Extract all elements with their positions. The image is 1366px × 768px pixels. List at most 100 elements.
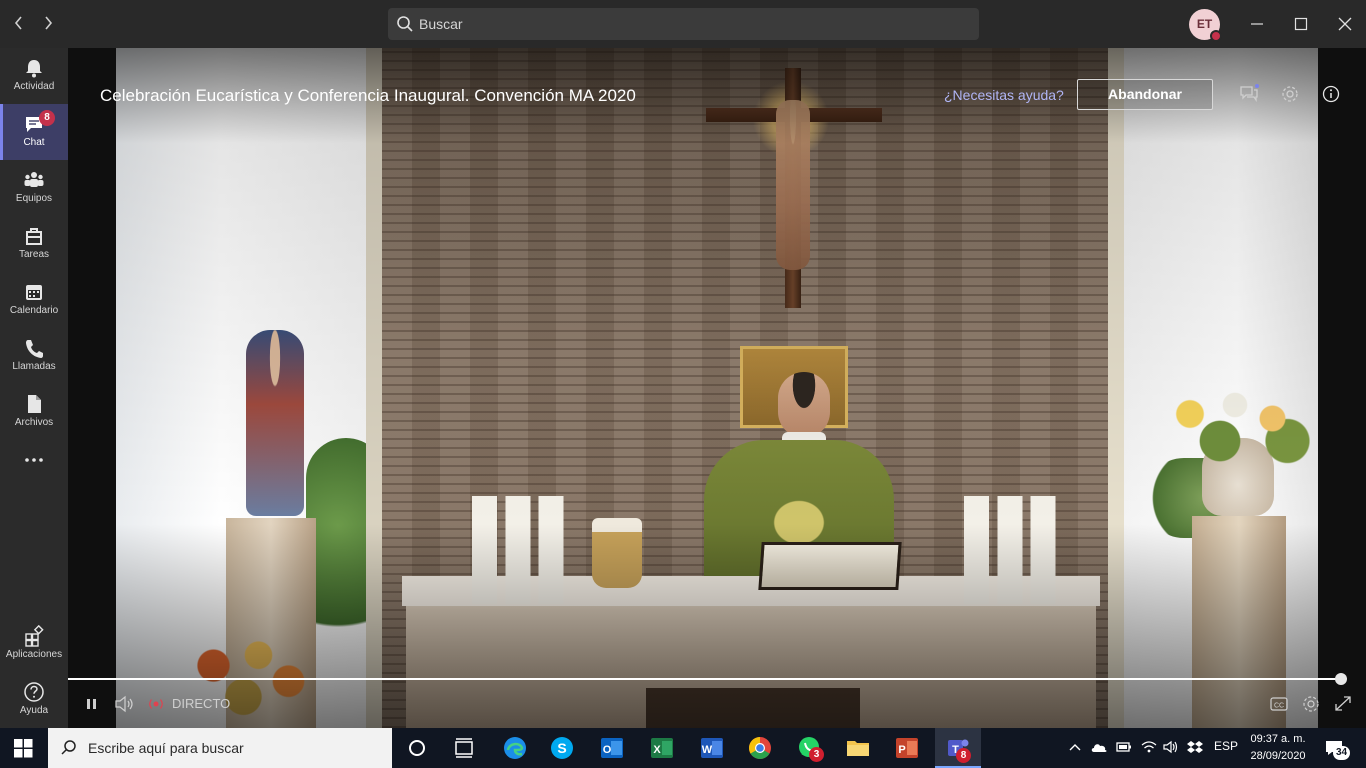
pause-icon[interactable]: [84, 694, 100, 714]
rail-label: Aplicaciones: [5, 649, 63, 660]
powerpoint-icon[interactable]: P: [892, 733, 922, 763]
outlook-icon[interactable]: O: [597, 733, 627, 763]
video-feed[interactable]: [116, 48, 1318, 728]
rail-item-aplicaciones[interactable]: Aplicaciones: [0, 616, 68, 672]
svg-text:X: X: [653, 744, 661, 756]
rail-item-ayuda[interactable]: Ayuda: [0, 672, 68, 728]
whatsapp-badge: 3: [809, 747, 824, 762]
rail-item-tareas[interactable]: Tareas: [0, 216, 68, 272]
onedrive-icon[interactable]: [1090, 740, 1108, 754]
svg-text:O: O: [603, 744, 612, 756]
leave-button[interactable]: Abandonar: [1077, 79, 1213, 110]
notification-count: 34: [1333, 746, 1350, 760]
rail-item-chat[interactable]: Chat 8: [0, 104, 68, 160]
svg-text:P: P: [898, 744, 905, 756]
rail-item-equipos[interactable]: Equipos: [0, 160, 68, 216]
svg-text:W: W: [702, 744, 713, 756]
video-settings-icon[interactable]: [1300, 694, 1322, 714]
close-button[interactable]: [1333, 12, 1357, 36]
clock-time: 09:37 a. m.: [1250, 733, 1306, 745]
event-title: Celebración Eucarística y Conferencia In…: [100, 86, 636, 105]
action-center-button[interactable]: 34: [1324, 738, 1350, 760]
minimize-button[interactable]: [1245, 12, 1269, 36]
help-icon: [24, 682, 44, 702]
live-event-stage: Celebración Eucarística y Conferencia In…: [68, 48, 1366, 728]
chevron-up-icon[interactable]: [1068, 741, 1082, 753]
rail-label: Actividad: [13, 81, 55, 92]
rail-item-calendario[interactable]: Calendario: [0, 272, 68, 328]
bell-icon: [26, 60, 42, 78]
more-icon: [25, 458, 43, 462]
rail-item-llamadas[interactable]: Llamadas: [0, 328, 68, 384]
task-view-icon[interactable]: [449, 733, 479, 763]
forward-button[interactable]: [37, 12, 59, 36]
calendar-icon: [26, 285, 42, 300]
captions-icon[interactable]: CC: [1268, 694, 1290, 714]
svg-text:CC: CC: [1274, 703, 1284, 710]
teams-window: Buscar ET Actividad Chat 8 Equipos Tarea…: [0, 0, 1366, 768]
search-icon: [397, 16, 413, 32]
tasks-icon: [26, 228, 42, 245]
playback-progress-bar[interactable]: [68, 678, 1342, 680]
rail-label: Ayuda: [19, 705, 49, 716]
file-explorer-icon[interactable]: [843, 733, 873, 763]
avatar-initials: ET: [1196, 17, 1213, 31]
rail-item-archivos[interactable]: Archivos: [0, 384, 68, 440]
word-icon[interactable]: W: [697, 733, 727, 763]
skype-icon[interactable]: S: [547, 733, 577, 763]
apps-icon: [25, 625, 44, 647]
dropbox-icon[interactable]: [1186, 740, 1204, 754]
live-indicator-icon: [149, 699, 163, 709]
app-rail: Actividad Chat 8 Equipos Tareas Calendar…: [0, 48, 68, 728]
progress-knob[interactable]: [1335, 673, 1347, 685]
maximize-button[interactable]: [1289, 12, 1313, 36]
rail-label: Chat: [23, 137, 45, 148]
chat-unread-badge: 8: [39, 110, 55, 126]
rail-label: Archivos: [14, 417, 54, 428]
chrome-icon[interactable]: [745, 733, 775, 763]
teams-badge: 8: [956, 748, 971, 763]
progress-fill: [68, 678, 1342, 680]
rail-label: Tareas: [18, 249, 49, 260]
cortana-icon[interactable]: [402, 733, 432, 763]
title-bar: Buscar ET: [0, 0, 1366, 48]
search-placeholder: Buscar: [419, 16, 463, 32]
clock-date: 28/09/2020: [1250, 750, 1306, 762]
taskbar-search-input[interactable]: Escribe aquí para buscar: [48, 728, 392, 768]
settings-icon[interactable]: [1279, 83, 1301, 105]
rail-label: Equipos: [15, 193, 53, 204]
video-vignette: [116, 48, 1318, 728]
maximize-icon: [1294, 17, 1308, 31]
search-icon: [61, 740, 76, 755]
phone-icon: [26, 340, 43, 358]
chevron-right-icon: [45, 16, 53, 30]
excel-icon[interactable]: X: [647, 733, 677, 763]
windows-start-icon[interactable]: [14, 739, 33, 758]
fullscreen-icon[interactable]: [1332, 694, 1354, 714]
chevron-left-icon: [14, 16, 22, 30]
rail-item-actividad[interactable]: Actividad: [0, 48, 68, 104]
edge-icon[interactable]: [500, 733, 530, 763]
busy-status-dot: [1210, 30, 1222, 42]
taskbar-search-placeholder: Escribe aquí para buscar: [88, 740, 244, 756]
search-input[interactable]: Buscar: [388, 8, 979, 40]
wifi-icon[interactable]: [1140, 740, 1158, 754]
user-avatar[interactable]: ET: [1189, 9, 1222, 42]
help-link[interactable]: ¿Necesitas ayuda?: [944, 87, 1064, 103]
close-icon: [1338, 17, 1352, 31]
rail-label: Calendario: [9, 305, 59, 316]
teams-icon: [24, 172, 44, 187]
back-button[interactable]: [8, 12, 30, 36]
rail-more-button[interactable]: [0, 440, 68, 480]
volume-icon[interactable]: [114, 694, 136, 714]
language-indicator[interactable]: ESP: [1214, 739, 1238, 753]
files-icon: [28, 395, 41, 413]
rail-label: Llamadas: [12, 361, 56, 372]
minimize-icon: [1251, 23, 1263, 25]
live-label: DIRECTO: [172, 696, 231, 711]
taskbar-clock[interactable]: 09:37 a. m. 28/09/2020: [1246, 731, 1310, 765]
info-icon[interactable]: [1320, 83, 1342, 105]
speaker-icon[interactable]: [1162, 740, 1180, 754]
battery-icon[interactable]: [1115, 740, 1133, 754]
qna-icon[interactable]: [1238, 83, 1260, 105]
